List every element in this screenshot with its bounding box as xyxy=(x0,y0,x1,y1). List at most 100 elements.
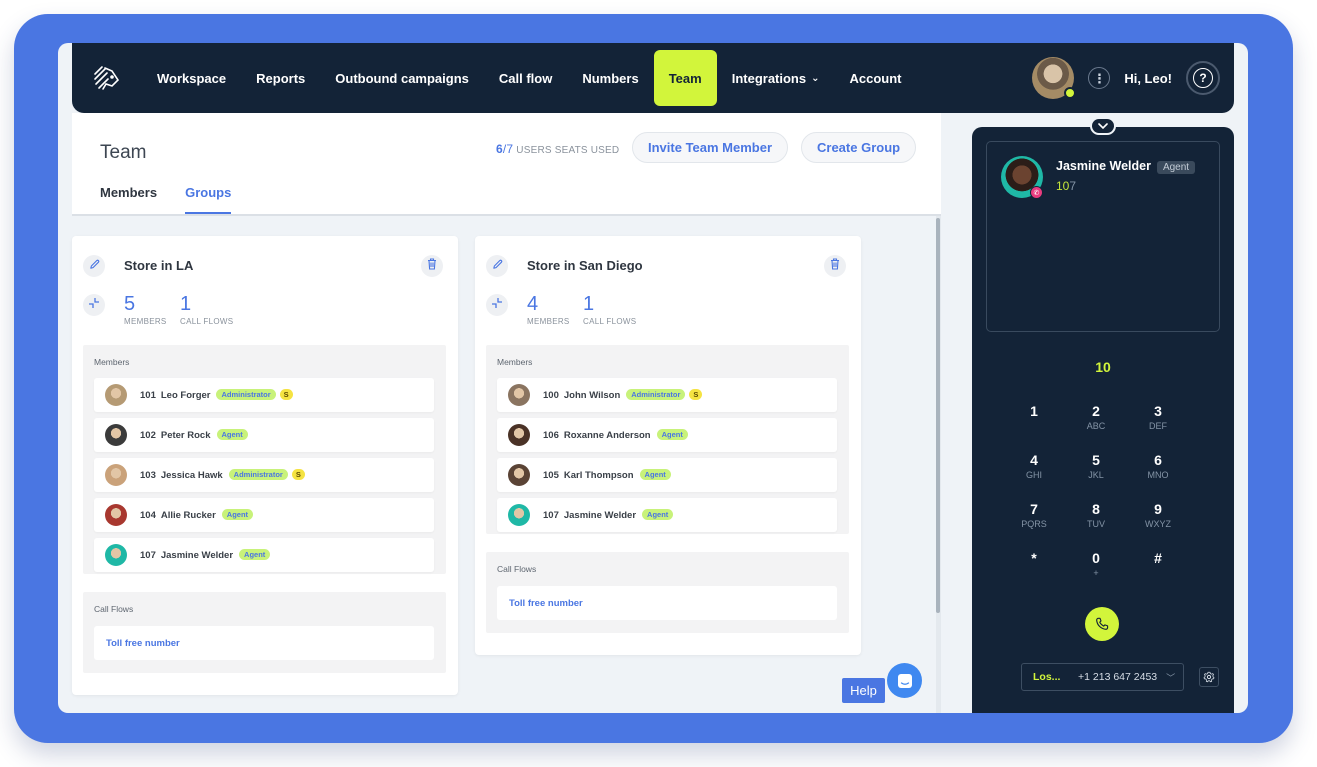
call-flow-link[interactable]: Toll free number xyxy=(94,626,434,660)
collapse-icon xyxy=(88,296,100,314)
contact-extension: 107 xyxy=(1056,179,1077,193)
member-row[interactable]: 104 Allie Rucker Agent xyxy=(94,498,434,532)
key-digit: # xyxy=(1154,550,1162,566)
delete-group-button[interactable] xyxy=(421,255,443,277)
page-header: Team 6/7 USERS SEATS USED Invite Team Me… xyxy=(72,113,941,216)
member-extension: 100 xyxy=(543,390,559,401)
member-avatar xyxy=(105,544,127,566)
member-avatar xyxy=(105,504,127,526)
keypad-key[interactable]: 6 MNO xyxy=(1127,452,1189,501)
nav-item-account[interactable]: Account xyxy=(835,50,917,106)
contact-role-badge: Agent xyxy=(1156,161,1196,174)
members-stat: 4 MEMBERS xyxy=(527,293,570,326)
collapse-dialer-button[interactable] xyxy=(1090,117,1116,135)
delete-group-button[interactable] xyxy=(824,255,846,277)
supervisor-badge: S xyxy=(689,389,703,400)
help-widget-button[interactable]: Help xyxy=(842,678,885,703)
member-name: Karl Thompson xyxy=(563,470,634,481)
keypad-key[interactable]: 4 GHI xyxy=(1003,452,1065,501)
chevron-down-icon: ﹀ xyxy=(1166,672,1176,683)
pencil-icon xyxy=(492,257,503,275)
key-digit: 6 xyxy=(1154,452,1162,468)
supervisor-badge: S xyxy=(291,469,305,480)
caller-id-select[interactable]: Los... +1 213 647 2453 ﹀ xyxy=(1021,663,1184,691)
member-avatar xyxy=(508,504,530,526)
group-card: Store in San Diego 4 MEMBERS 1 CALL FLOWS Mem… xyxy=(475,236,861,655)
chevron-down-icon xyxy=(1098,123,1108,129)
member-row[interactable]: 107 Jasmine Welder Agent xyxy=(497,498,837,532)
member-name: John Wilson xyxy=(563,390,621,401)
call-flow-link[interactable]: Toll free number xyxy=(497,586,837,620)
tab-members[interactable]: Members xyxy=(100,185,157,214)
member-extension: 103 xyxy=(140,470,156,481)
keypad-key[interactable]: 3 DEF xyxy=(1127,403,1189,452)
dialer-settings-button[interactable] xyxy=(1199,667,1219,687)
keypad-key[interactable]: 8 TUV xyxy=(1065,501,1127,550)
member-row[interactable]: 101 Leo Forger Administrator S xyxy=(94,378,434,412)
seats-counter: 6/7 USERS SEATS USED xyxy=(496,142,619,156)
members-section: Members 100 John Wilson Administrator S 106 Ro… xyxy=(486,345,849,534)
nav-item-workspace[interactable]: Workspace xyxy=(142,50,241,106)
keypad-key[interactable]: # xyxy=(1127,550,1189,599)
key-digit: 2 xyxy=(1092,403,1100,419)
member-name: Jessica Hawk xyxy=(160,470,223,481)
nav-item-integrations[interactable]: Integrations ⌄ xyxy=(717,50,835,106)
tab-groups[interactable]: Groups xyxy=(185,185,232,214)
member-name: Leo Forger xyxy=(160,390,211,401)
invite-team-member-button[interactable]: Invite Team Member xyxy=(632,132,789,163)
member-row[interactable]: 107 Jasmine Welder Agent xyxy=(94,538,434,572)
collapse-group-button[interactable] xyxy=(83,294,105,316)
keypad-key[interactable]: * xyxy=(1003,550,1065,599)
caller-number: +1 213 647 2453 xyxy=(1078,671,1158,683)
nav-item-numbers[interactable]: Numbers xyxy=(567,50,653,106)
keypad-key[interactable]: 7 PQRS xyxy=(1003,501,1065,550)
member-row[interactable]: 100 John Wilson Administrator S xyxy=(497,378,837,412)
nav-item-reports[interactable]: Reports xyxy=(241,50,320,106)
role-badge: Agent xyxy=(221,509,254,520)
keypad-key[interactable]: 0 + xyxy=(1065,550,1127,599)
member-avatar xyxy=(105,464,127,486)
key-digit: 9 xyxy=(1154,501,1162,517)
edit-group-button[interactable] xyxy=(486,255,508,277)
call-button[interactable] xyxy=(1085,607,1119,641)
keypad-key[interactable]: 9 WXYZ xyxy=(1127,501,1189,550)
brand-logo-icon[interactable] xyxy=(92,64,122,92)
key-letters: WXYZ xyxy=(1145,519,1171,529)
nav-item-call-flow[interactable]: Call flow xyxy=(484,50,567,106)
keypad-key[interactable]: 1 xyxy=(1003,403,1065,452)
app-window: Workspace Reports Outbound campaigns Call f… xyxy=(58,43,1248,713)
user-greeting: Hi, Leo! xyxy=(1124,70,1172,86)
member-row[interactable]: 103 Jessica Hawk Administrator S xyxy=(94,458,434,492)
member-row[interactable]: 102 Peter Rock Agent xyxy=(94,418,434,452)
more-options-icon[interactable]: ⋮ xyxy=(1088,67,1111,89)
scrollbar-thumb[interactable] xyxy=(936,218,940,613)
nav-item-outbound-campaigns[interactable]: Outbound campaigns xyxy=(320,50,484,106)
key-digit: 0 xyxy=(1092,550,1100,566)
keypad: 1 2 ABC 3 DEF 4 GHI 5 JKL 6 MNO 7 PQRS 8 TUV 9 WXYZ * 0 + # xyxy=(1003,403,1203,599)
chat-icon xyxy=(897,673,912,688)
member-row[interactable]: 106 Roxanne Anderson Agent xyxy=(497,418,837,452)
member-extension: 101 xyxy=(140,390,156,401)
keypad-key[interactable]: 5 JKL xyxy=(1065,452,1127,501)
dial-input[interactable]: 10 xyxy=(972,359,1234,375)
key-letters: JKL xyxy=(1088,470,1104,480)
phone-call-icon xyxy=(1096,617,1109,630)
group-card: Store in LA 5 MEMBERS 1 CALL FLOWS Members 101… xyxy=(72,236,458,695)
key-digit: 4 xyxy=(1030,452,1038,468)
members-section: Members 101 Leo Forger Administrator S 102 Pet… xyxy=(83,345,446,574)
user-avatar[interactable] xyxy=(1032,57,1077,99)
create-group-button[interactable]: Create Group xyxy=(801,132,917,163)
keypad-key[interactable]: 2 ABC xyxy=(1065,403,1127,452)
nav-item-label: Account xyxy=(849,70,902,86)
key-digit: 1 xyxy=(1030,403,1038,419)
key-digit: 8 xyxy=(1092,501,1100,517)
member-avatar xyxy=(508,384,530,406)
collapse-group-button[interactable] xyxy=(486,294,508,316)
nav-item-team[interactable]: Team xyxy=(653,50,717,106)
help-button[interactable]: ? xyxy=(1186,61,1220,95)
contact-match-card[interactable]: ✆ Jasmine Welder Agent 107 xyxy=(986,141,1220,332)
member-row[interactable]: 105 Karl Thompson Agent xyxy=(497,458,837,492)
chat-launcher-button[interactable] xyxy=(887,663,922,698)
edit-group-button[interactable] xyxy=(83,255,105,277)
member-extension: 106 xyxy=(543,430,559,441)
